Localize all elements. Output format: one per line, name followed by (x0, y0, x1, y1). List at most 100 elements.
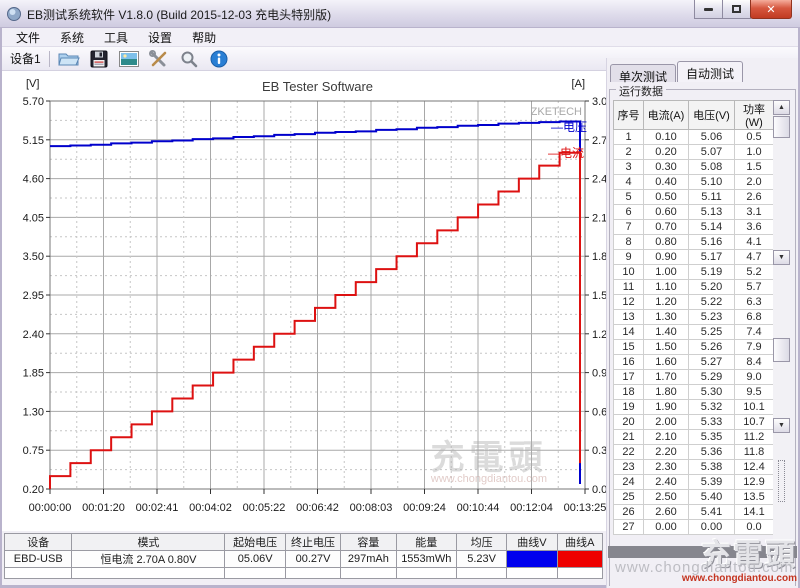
run-data-row[interactable]: 242.405.3912.9 (614, 475, 774, 490)
run-header-voltage[interactable]: 电压(V) (689, 101, 735, 130)
run-data-row[interactable]: 262.605.4114.1 (614, 505, 774, 520)
minimize-button[interactable] (694, 0, 723, 19)
run-data-cell: 5.7 (735, 280, 774, 295)
run-data-cell: 0.10 (644, 130, 689, 145)
svg-text:[A]: [A] (572, 78, 585, 90)
svg-text:00:13:25: 00:13:25 (564, 502, 606, 514)
svg-text:00:01:20: 00:01:20 (82, 502, 125, 514)
run-data-cell: 26 (614, 505, 644, 520)
tab-single-test[interactable]: 单次测试 (610, 64, 676, 82)
run-data-row[interactable]: 101.005.195.2 (614, 265, 774, 280)
run-data-cell: 9.0 (735, 370, 774, 385)
summary-header-curve-a: 曲线A (557, 534, 602, 551)
run-data-row[interactable]: 60.605.133.1 (614, 205, 774, 220)
device-tab-label[interactable]: 设备1 (8, 50, 47, 67)
run-data-row[interactable]: 270.000.000.0 (614, 520, 774, 535)
run-data-row[interactable]: 50.505.112.6 (614, 190, 774, 205)
maximize-icon (732, 5, 741, 13)
run-data-cell: 1.60 (644, 355, 689, 370)
run-header-power[interactable]: 功率(W) (735, 101, 774, 130)
menu-system[interactable]: 系统 (50, 27, 94, 48)
run-data-body: 10.105.060.520.205.071.030.305.081.540.4… (614, 130, 774, 535)
run-data-row[interactable]: 232.305.3812.4 (614, 460, 774, 475)
run-data-row[interactable]: 20.205.071.0 (614, 145, 774, 160)
run-data-cell: 4 (614, 175, 644, 190)
svg-text:00:05:22: 00:05:22 (243, 502, 286, 514)
legend-current: —电流 (548, 146, 584, 160)
close-button[interactable]: ✕ (750, 0, 792, 19)
open-folder-button[interactable] (56, 49, 83, 69)
curve-a-swatch[interactable] (557, 551, 602, 568)
run-data-row[interactable]: 252.505.4013.5 (614, 490, 774, 505)
run-data-row[interactable]: 80.805.164.1 (614, 235, 774, 250)
info-icon (210, 50, 228, 68)
menu-file[interactable]: 文件 (6, 27, 50, 48)
menu-tools[interactable]: 工具 (94, 27, 138, 48)
test-mode: 恒电流 2.70A 0.80V (72, 551, 225, 568)
menu-settings[interactable]: 设置 (138, 27, 182, 48)
save-button[interactable] (86, 49, 113, 69)
run-data-cell: 14.1 (735, 505, 774, 520)
run-data-cell: 9.5 (735, 385, 774, 400)
run-data-cell: 14 (614, 325, 644, 340)
run-data-row[interactable]: 90.905.174.7 (614, 250, 774, 265)
run-data-cell: 1.00 (644, 265, 689, 280)
scrollbar-thumb[interactable] (773, 116, 790, 138)
run-data-cell: 5.30 (689, 385, 735, 400)
run-data-row[interactable]: 191.905.3210.1 (614, 400, 774, 415)
run-data-cell: 25 (614, 490, 644, 505)
run-data-row[interactable]: 161.605.278.4 (614, 355, 774, 370)
run-data-row[interactable]: 70.705.143.6 (614, 220, 774, 235)
run-data-cell: 5.26 (689, 340, 735, 355)
tab-auto-test[interactable]: 自动测试 (677, 61, 743, 82)
run-header-index[interactable]: 序号 (614, 101, 644, 130)
run-data-cell: 2 (614, 145, 644, 160)
run-data-row[interactable]: 30.305.081.5 (614, 160, 774, 175)
svg-text:0.20: 0.20 (23, 484, 44, 496)
tools-icon (149, 50, 169, 68)
run-data-row[interactable]: 131.305.236.8 (614, 310, 774, 325)
run-data-row[interactable]: 151.505.267.9 (614, 340, 774, 355)
run-header-current[interactable]: 电流(A) (644, 101, 689, 130)
run-data-row[interactable]: 10.105.060.5 (614, 130, 774, 145)
run-data-row[interactable]: 141.405.257.4 (614, 325, 774, 340)
run-data-cell: 2.20 (644, 445, 689, 460)
run-data-row[interactable]: 111.105.205.7 (614, 280, 774, 295)
table-bottom-scrollbar[interactable] (608, 546, 797, 558)
run-data-row[interactable]: 40.405.102.0 (614, 175, 774, 190)
run-data-cell: 5.39 (689, 475, 735, 490)
table-scrollbar[interactable]: ▲ ▼ ▼ (773, 100, 790, 548)
run-data-groupbox: 运行数据 序号 电流(A) 电压(V) 功率(W) 10.105.060.520… (609, 89, 796, 586)
close-icon: ✕ (766, 3, 775, 16)
run-data-cell: 12.9 (735, 475, 774, 490)
run-data-row[interactable]: 121.205.226.3 (614, 295, 774, 310)
about-button[interactable] (206, 49, 233, 69)
maximize-button[interactable] (722, 0, 751, 19)
svg-text:0.00: 0.00 (592, 484, 606, 496)
run-data-cell: 3 (614, 160, 644, 175)
run-data-cell: 5.13 (689, 205, 735, 220)
run-data-row[interactable]: 222.205.3611.8 (614, 445, 774, 460)
run-data-row[interactable]: 171.705.299.0 (614, 370, 774, 385)
svg-text:5.70: 5.70 (23, 96, 44, 108)
right-panel: 单次测试 自动测试 运行数据 序号 电流(A) 电压(V) 功率(W) 1 (606, 58, 798, 588)
run-data-row[interactable]: 202.005.3310.7 (614, 415, 774, 430)
curve-v-swatch[interactable] (507, 551, 557, 568)
calibrate-button[interactable] (146, 49, 173, 69)
zoom-button[interactable] (176, 49, 203, 69)
scrollbar-down-button-2[interactable]: ▼ (773, 418, 790, 433)
run-data-cell: 3.1 (735, 205, 774, 220)
menu-help[interactable]: 帮助 (182, 27, 226, 48)
scrollbar-thumb-2[interactable] (773, 338, 790, 362)
scrollbar-ghost-thumb[interactable] (778, 460, 785, 502)
scrollbar-up-button[interactable]: ▲ (773, 100, 790, 115)
run-data-row[interactable]: 212.105.3511.2 (614, 430, 774, 445)
scrollbar-down-button[interactable]: ▼ (773, 250, 790, 265)
run-data-cell: 2.40 (644, 475, 689, 490)
run-data-cell: 1.50 (644, 340, 689, 355)
run-data-row[interactable]: 181.805.309.5 (614, 385, 774, 400)
app-icon (6, 6, 22, 22)
svg-text:www.chongdiantou.com: www.chongdiantou.com (430, 473, 547, 485)
export-image-button[interactable] (116, 49, 143, 69)
run-data-cell: 0.00 (689, 520, 735, 535)
